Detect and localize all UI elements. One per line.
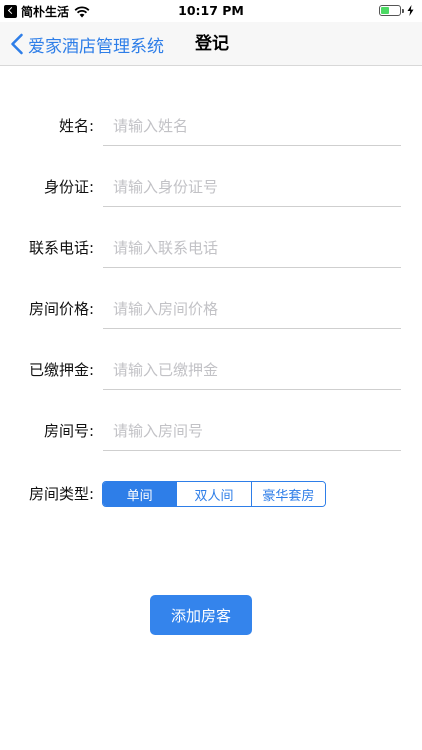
room-type-option-single[interactable]: 单间 xyxy=(103,482,178,506)
nav-bar: 爱家酒店管理系统 登记 xyxy=(0,22,422,66)
battery-icon xyxy=(379,5,401,16)
form-row-phone: 联系电话: xyxy=(0,228,422,268)
battery-fill xyxy=(381,7,390,14)
form-row-id-card: 身份证: xyxy=(0,167,422,207)
form-row-deposit: 已缴押金: xyxy=(0,350,422,390)
form-row-room-number: 房间号: xyxy=(0,411,422,451)
room-type-segmented-control: 单间 双人间 豪华套房 xyxy=(102,481,326,507)
room-number-label: 房间号: xyxy=(43,422,94,440)
phone-input[interactable] xyxy=(103,228,401,268)
room-type-option-double[interactable]: 双人间 xyxy=(177,482,252,506)
id-card-label: 身份证: xyxy=(43,178,94,196)
room-type-option-suite[interactable]: 豪华套房 xyxy=(251,482,325,506)
name-label: 姓名: xyxy=(58,117,94,135)
nav-back-label: 爱家酒店管理系统 xyxy=(28,36,164,57)
room-price-input[interactable] xyxy=(103,289,401,329)
deposit-input[interactable] xyxy=(103,350,401,390)
nav-back-button[interactable]: 爱家酒店管理系统 xyxy=(10,22,164,66)
name-input[interactable] xyxy=(103,106,401,146)
add-guest-button[interactable]: 添加房客 xyxy=(150,595,252,635)
room-price-label: 房间价格: xyxy=(28,300,94,318)
form-row-name: 姓名: xyxy=(0,106,422,146)
deposit-label: 已缴押金: xyxy=(28,361,94,379)
status-time: 10:17 PM xyxy=(178,3,244,18)
phone-label: 联系电话: xyxy=(28,239,94,257)
page-title: 登记 xyxy=(195,34,229,54)
chevron-left-icon xyxy=(11,33,23,55)
form-row-room-price: 房间价格: xyxy=(0,289,422,329)
room-number-input[interactable] xyxy=(103,411,401,451)
charging-bolt-icon xyxy=(407,5,414,16)
room-type-label: 房间类型: xyxy=(28,485,94,503)
battery-indicator xyxy=(379,5,414,16)
id-card-input[interactable] xyxy=(103,167,401,207)
status-bar: 简朴生活 10:17 PM xyxy=(0,0,422,22)
battery-cap xyxy=(402,8,404,13)
